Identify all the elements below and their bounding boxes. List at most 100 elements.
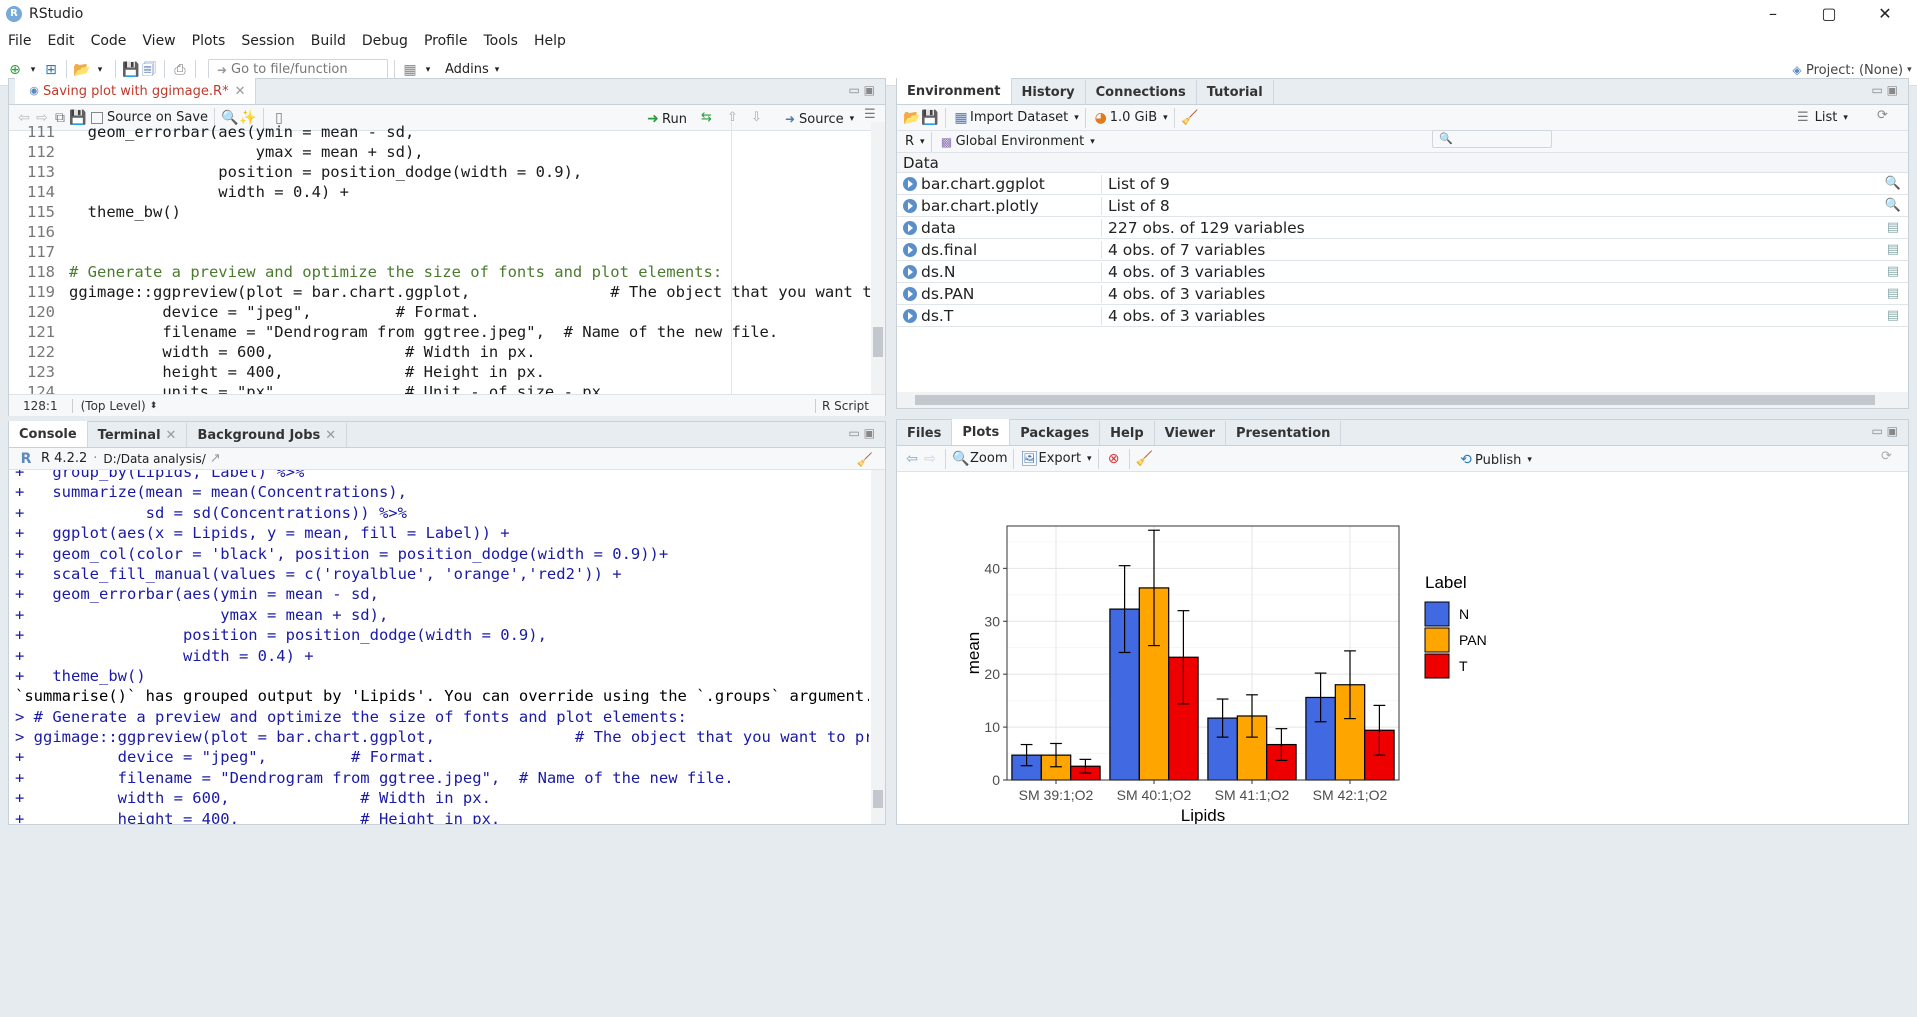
code-line[interactable]: 124 units = "px", # Unit - of size - px.	[9, 382, 871, 394]
refresh-icon[interactable]: ⟳	[1877, 108, 1888, 123]
console-output[interactable]: + group_by(Lipids, Label) %>% + summarize…	[15, 470, 869, 824]
close-tab-icon[interactable]: ✕	[235, 84, 246, 99]
code-line[interactable]: 122 width = 600, # Width in px.	[9, 342, 871, 362]
editor-scrollbar[interactable]	[871, 122, 885, 394]
expand-object-icon[interactable]	[903, 264, 917, 279]
environment-row[interactable]: ds.final 4 obs. of 7 variables ▤	[897, 239, 1908, 261]
load-workspace-icon[interactable]: 📂	[903, 109, 921, 127]
menu-file[interactable]: File	[0, 33, 39, 49]
plots-refresh-icon[interactable]: ⟳	[1881, 449, 1892, 464]
table-icon[interactable]: ▤	[1878, 264, 1908, 279]
tab-presentation[interactable]: Presentation	[1226, 421, 1342, 445]
menu-edit[interactable]: Edit	[39, 33, 82, 49]
close-terminal-icon[interactable]: ✕	[166, 428, 177, 443]
expand-object-icon[interactable]	[903, 220, 917, 235]
tab-console[interactable]: Console	[9, 421, 88, 447]
save-workspace-icon[interactable]: 💾	[921, 109, 939, 127]
zoom-button[interactable]: Zoom	[970, 451, 1007, 466]
view-mode-dropdown[interactable]: ☰ List ▾	[1797, 110, 1848, 125]
code-line[interactable]: 120 device = "jpeg", # Format.	[9, 302, 871, 322]
remove-plot-icon[interactable]: ⊗	[1105, 450, 1123, 468]
expand-object-icon[interactable]	[903, 176, 917, 191]
code-line[interactable]: 117	[9, 242, 871, 262]
magnifier-icon[interactable]: 🔍	[1878, 198, 1908, 213]
close-button[interactable]: ✕	[1857, 0, 1913, 28]
table-icon[interactable]: ▤	[1878, 308, 1908, 323]
magnifier-icon[interactable]: 🔍	[1878, 176, 1908, 191]
code-line[interactable]: 119 ggimage::ggpreview(plot = bar.chart.g…	[9, 282, 871, 302]
environment-search-input[interactable]: 🔍	[1432, 130, 1552, 148]
clear-plots-icon[interactable]: 🧹	[1136, 450, 1154, 468]
file-type-selector[interactable]: R Script	[815, 398, 869, 413]
tab-files[interactable]: Files	[897, 421, 953, 445]
tab-background-jobs[interactable]: Background Jobs ✕	[187, 423, 348, 447]
import-dataset-button[interactable]: Import Dataset	[970, 110, 1068, 125]
table-icon[interactable]: ▤	[1878, 220, 1908, 235]
next-plot-icon[interactable]: ⇨	[921, 450, 939, 468]
tab-tutorial[interactable]: Tutorial	[1197, 80, 1274, 104]
code-line[interactable]: 111 geom_errorbar(aes(ymin = mean - sd,	[9, 122, 871, 142]
console-scrollbar[interactable]	[871, 470, 885, 824]
print-icon[interactable]: ⎙	[171, 61, 189, 79]
tab-history[interactable]: History	[1012, 80, 1086, 104]
previous-plot-icon[interactable]: ⇦	[903, 450, 921, 468]
menu-view[interactable]: View	[134, 33, 183, 49]
save-all-icon[interactable]: 🗐	[140, 61, 158, 79]
editor-tab[interactable]: ◉ Saving plot with ggimage.R* ✕	[15, 78, 257, 104]
code-line[interactable]: 116	[9, 222, 871, 242]
clear-console-icon[interactable]: 🧹	[857, 453, 873, 468]
code-line[interactable]: 114 width = 0.4) +	[9, 182, 871, 202]
menu-help[interactable]: Help	[526, 33, 574, 49]
code-line[interactable]: 118 # Generate a preview and optimize the…	[9, 262, 871, 282]
clear-workspace-icon[interactable]: 🧹	[1181, 109, 1199, 127]
publish-button[interactable]: ⟲ Publish ▾	[1457, 451, 1532, 469]
environment-row[interactable]: data 227 obs. of 129 variables ▤	[897, 217, 1908, 239]
go-to-directory-icon[interactable]: ↗	[210, 451, 221, 466]
code-line[interactable]: 112 ymax = mean + sd),	[9, 142, 871, 162]
console-maximize-icon[interactable]: ▭ ▣	[849, 426, 876, 440]
code-line[interactable]: 121 filename = "Dendrogram from ggtree.j…	[9, 322, 871, 342]
menu-tools[interactable]: Tools	[475, 33, 526, 49]
code-line[interactable]: 113 position = position_dodge(width = 0.…	[9, 162, 871, 182]
tab-viewer[interactable]: Viewer	[1155, 421, 1226, 445]
tab-packages[interactable]: Packages	[1010, 421, 1101, 445]
expand-object-icon[interactable]	[903, 286, 917, 301]
open-file-icon[interactable]: 📂	[73, 61, 91, 79]
table-icon[interactable]: ▤	[1878, 242, 1908, 257]
table-icon[interactable]: ▤	[1878, 286, 1908, 301]
close-jobs-icon[interactable]: ✕	[325, 428, 336, 443]
language-selector[interactable]: R	[905, 134, 914, 149]
environment-row[interactable]: ds.PAN 4 obs. of 3 variables ▤	[897, 283, 1908, 305]
panes-dropdown-icon[interactable]: ▾	[419, 61, 437, 79]
tab-plots[interactable]: Plots	[952, 419, 1011, 445]
scope-selector[interactable]: (Top Level)	[71, 398, 146, 413]
menu-debug[interactable]: Debug	[354, 33, 416, 49]
environment-row[interactable]: ds.N 4 obs. of 3 variables ▤	[897, 261, 1908, 283]
environment-row[interactable]: bar.chart.plotly List of 8 🔍	[897, 195, 1908, 217]
new-file-dropdown-icon[interactable]: ▾	[24, 61, 42, 79]
addins-button[interactable]: Addins ▾	[445, 62, 499, 77]
workspace-panes-icon[interactable]: ▦	[401, 61, 419, 79]
code-area[interactable]: 111 geom_errorbar(aes(ymin = mean - sd, 1…	[9, 122, 871, 394]
environment-scope[interactable]: Global Environment	[956, 134, 1085, 149]
menu-code[interactable]: Code	[83, 33, 135, 49]
maximize-button[interactable]: ▢	[1801, 0, 1857, 28]
open-dropdown-icon[interactable]: ▾	[91, 61, 109, 79]
code-line[interactable]: 115 theme_bw()	[9, 202, 871, 222]
outline-icon[interactable]: ☰	[864, 107, 876, 122]
menu-build[interactable]: Build	[303, 33, 354, 49]
menu-profile[interactable]: Profile	[416, 33, 476, 49]
tab-help[interactable]: Help	[1100, 421, 1155, 445]
tab-terminal[interactable]: Terminal ✕	[88, 423, 188, 447]
menu-session[interactable]: Session	[233, 33, 302, 49]
env-maximize-icon[interactable]: ▭ ▣	[1872, 83, 1899, 97]
menu-plots[interactable]: Plots	[184, 33, 234, 49]
env-horizontal-scrollbar[interactable]	[897, 392, 1908, 408]
project-menu-button[interactable]: ◈ Project: (None) ▾	[1788, 61, 1911, 79]
new-project-icon[interactable]: ⊞	[42, 61, 60, 79]
save-icon[interactable]: 💾	[122, 61, 140, 79]
memory-usage[interactable]: 1.0 GiB	[1110, 110, 1157, 125]
new-file-icon[interactable]: ⊕	[6, 61, 24, 79]
expand-object-icon[interactable]	[903, 242, 917, 257]
pane-maximize-icon[interactable]: ▭ ▣	[849, 83, 876, 97]
